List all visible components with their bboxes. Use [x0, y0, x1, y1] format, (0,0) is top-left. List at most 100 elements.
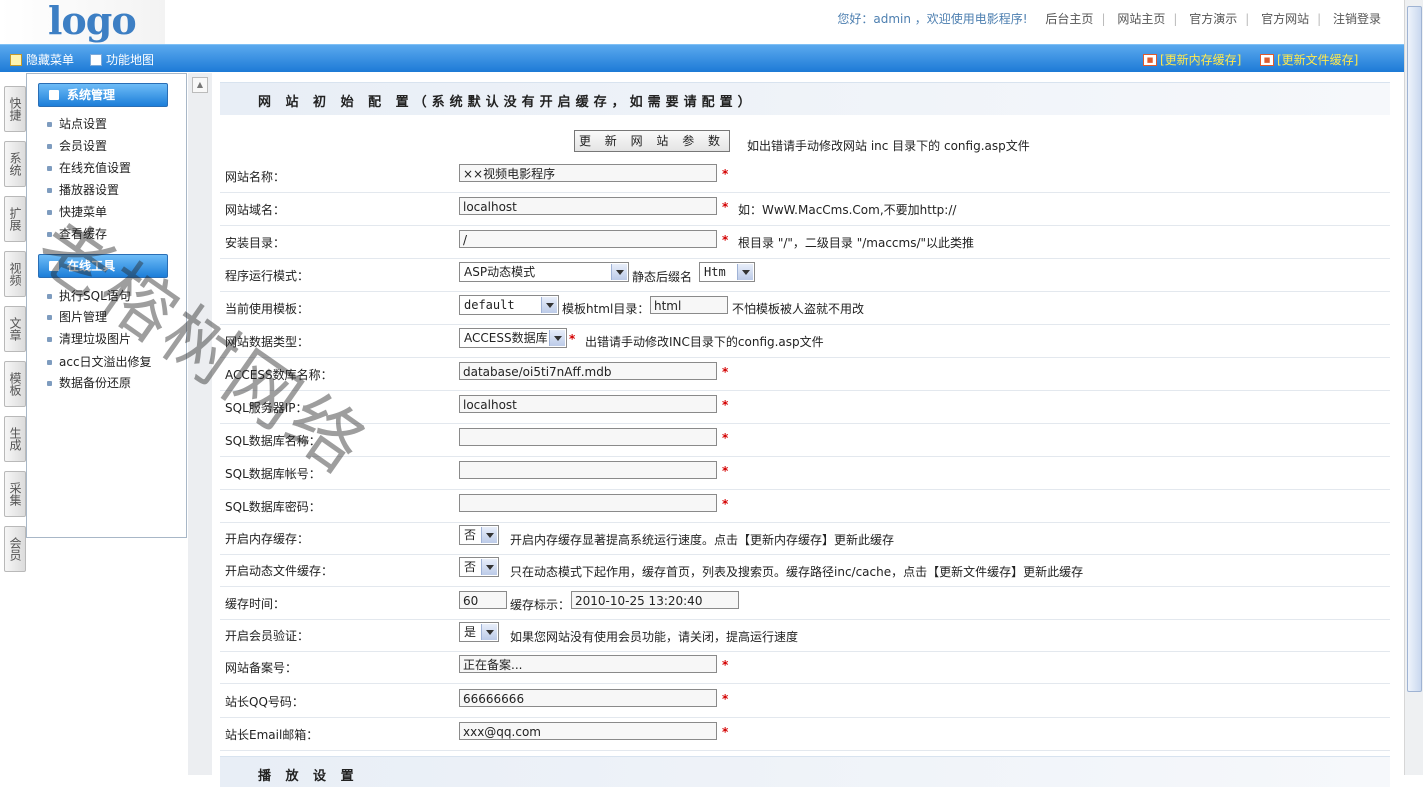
- sidebar-group-title: 系统管理: [67, 88, 116, 102]
- field-note: 如：WwW.MacCms.Com,不要加http://: [738, 203, 957, 217]
- sidebar-item-site-settings[interactable]: 站点设置: [47, 115, 107, 132]
- cache-icon: ■: [1260, 53, 1274, 66]
- sql-user-input[interactable]: [459, 461, 717, 479]
- required-mark: *: [722, 725, 729, 739]
- sidebar-item-image-manager[interactable]: 图片管理: [47, 308, 107, 325]
- select-value: default: [464, 298, 515, 312]
- member-verify-select[interactable]: 是: [459, 622, 499, 642]
- sidebar-group-tools[interactable]: 在线工具: [38, 254, 168, 278]
- update-site-params-button[interactable]: 更 新 网 站 参 数: [574, 130, 730, 152]
- select-value: ACCESS数据库: [464, 331, 548, 345]
- sidebar-item-recharge-settings[interactable]: 在线充值设置: [47, 159, 131, 176]
- field-label: 程序运行模式：: [225, 269, 310, 283]
- vtab-video[interactable]: 视频: [4, 251, 26, 297]
- bullet-icon: [47, 210, 52, 215]
- sidebar-item-label: 执行SQL语句: [59, 289, 131, 303]
- vtab-system[interactable]: 系统: [4, 141, 26, 187]
- suffix-label: 静态后缀名: [632, 270, 693, 284]
- install-dir-input[interactable]: /: [459, 230, 717, 248]
- logo: logo: [48, 0, 137, 43]
- sidebar-group-system[interactable]: 系统管理: [38, 83, 168, 107]
- nav-admin-home[interactable]: 后台主页: [1045, 12, 1093, 26]
- scrollbar-thumb[interactable]: [1407, 6, 1422, 692]
- required-mark: *: [722, 497, 729, 511]
- bullet-icon: [47, 122, 52, 127]
- bullet-icon: [47, 166, 52, 171]
- hide-menu-button[interactable]: 隐藏菜单: [10, 51, 74, 68]
- field-note: 如果您网站没有使用会员功能，请关闭，提高运行速度: [510, 630, 799, 644]
- vtab-template[interactable]: 模板: [4, 361, 26, 407]
- site-name-input[interactable]: ××视频电影程序: [459, 164, 717, 182]
- update-file-cache-button[interactable]: ■ [更新文件缓存]: [1260, 51, 1358, 68]
- sidebar-item-label: 查看缓存: [59, 227, 108, 241]
- vtab-article[interactable]: 文章: [4, 306, 26, 352]
- update-memory-cache-button[interactable]: ■ [更新内存缓存]: [1143, 51, 1241, 68]
- sidebar-item-clean-images[interactable]: 清理垃圾图片: [47, 330, 131, 347]
- bullet-icon: [47, 294, 52, 299]
- nav-logout[interactable]: 注销登录: [1333, 12, 1381, 26]
- template-select[interactable]: default: [459, 295, 559, 315]
- access-name-input[interactable]: database/oi5ti7nAff.mdb: [459, 362, 717, 380]
- static-suffix-select[interactable]: Htm: [699, 262, 755, 282]
- chevron-down-icon: [737, 264, 753, 280]
- row-mem-cache: 开启内存缓存： 否 开启内存缓存显著提高系统运行速度。点击【更新内存缓存】更新此…: [220, 521, 1390, 555]
- row-cache-time: 缓存时间： 60 缓存标示： 2010-10-25 13:20:40: [220, 586, 1390, 620]
- qq-input[interactable]: 66666666: [459, 689, 717, 707]
- vtab-generate[interactable]: 生成: [4, 416, 26, 462]
- nav-official-site[interactable]: 官方网站: [1261, 12, 1309, 26]
- vtab-collect[interactable]: 采集: [4, 471, 26, 517]
- sidebar-item-acc-fix[interactable]: acc日文溢出修复: [47, 353, 152, 370]
- site-domain-input[interactable]: localhost: [459, 197, 717, 215]
- cache-flag-input[interactable]: 2010-10-25 13:20:40: [571, 591, 739, 609]
- bullet-icon: [47, 381, 52, 386]
- bullet-icon: [47, 232, 52, 237]
- vertical-tabs: 快捷 系统 扩展 视频 文章 模板 生成 采集 会员: [4, 86, 26, 581]
- icp-input[interactable]: 正在备案...: [459, 655, 717, 673]
- sidebar-item-backup[interactable]: 数据备份还原: [47, 374, 131, 391]
- sidebar-item-member-settings[interactable]: 会员设置: [47, 137, 107, 154]
- run-mode-select[interactable]: ASP动态模式: [459, 262, 629, 282]
- logo-area: logo: [0, 0, 165, 44]
- vtab-member[interactable]: 会员: [4, 526, 26, 572]
- file-cache-select[interactable]: 否: [459, 557, 499, 577]
- field-note: 根目录 "/"，二级目录 "/maccms/"以此类推: [738, 236, 975, 250]
- select-value: 否: [464, 560, 477, 574]
- chevron-up-icon[interactable]: ▲: [192, 77, 208, 93]
- sidebar-item-label: 图片管理: [59, 310, 108, 324]
- field-label: 缓存时间：: [225, 597, 286, 611]
- function-map-button[interactable]: 功能地图: [90, 51, 154, 68]
- vtab-extend[interactable]: 扩展: [4, 196, 26, 242]
- vtab-shortcut[interactable]: 快捷: [4, 86, 26, 132]
- nav-site-home[interactable]: 网站主页: [1117, 12, 1165, 26]
- sql-pass-input[interactable]: [459, 494, 717, 512]
- bullet-icon: [47, 144, 52, 149]
- email-input[interactable]: xxx@qq.com: [459, 722, 717, 740]
- db-type-select[interactable]: ACCESS数据库: [459, 328, 567, 348]
- function-map-label: 功能地图: [106, 53, 155, 67]
- sql-ip-input[interactable]: localhost: [459, 395, 717, 413]
- template-dir-input[interactable]: html: [650, 296, 728, 314]
- nav-demo[interactable]: 官方演示: [1189, 12, 1237, 26]
- sidebar-item-label: 在线充值设置: [59, 161, 132, 175]
- vertical-scrollbar[interactable]: [1404, 0, 1423, 775]
- sql-db-input[interactable]: [459, 428, 717, 446]
- bullet-icon: [47, 337, 52, 342]
- update-memory-cache-label: [更新内存缓存]: [1160, 53, 1242, 67]
- chevron-down-icon: [481, 624, 497, 640]
- hide-menu-label: 隐藏菜单: [26, 53, 75, 67]
- field-note: 不怕模板被人盗就不用改: [732, 302, 865, 316]
- bullet-icon: [47, 360, 52, 365]
- sidebar-item-player-settings[interactable]: 播放器设置: [47, 181, 119, 198]
- top-header: logo 您好：admin ，欢迎使用电影程序! 后台主页 | 网站主页 | 官方演…: [0, 0, 1405, 44]
- field-label: SQL数据库密码：: [225, 500, 321, 514]
- field-label: 安装目录：: [225, 236, 286, 250]
- required-mark: *: [722, 167, 729, 181]
- sidebar-item-view-cache[interactable]: 查看缓存: [47, 225, 107, 242]
- field-label: SQL数据库帐号：: [225, 467, 321, 481]
- cache-time-input[interactable]: 60: [459, 591, 507, 609]
- mem-cache-select[interactable]: 否: [459, 525, 499, 545]
- sidebar-item-shortcut-menu[interactable]: 快捷菜单: [47, 203, 107, 220]
- field-label: SQL数据库名称：: [225, 434, 321, 448]
- sidebar-item-run-sql[interactable]: 执行SQL语句: [47, 287, 131, 304]
- cache-flag-label: 缓存标示：: [510, 598, 571, 612]
